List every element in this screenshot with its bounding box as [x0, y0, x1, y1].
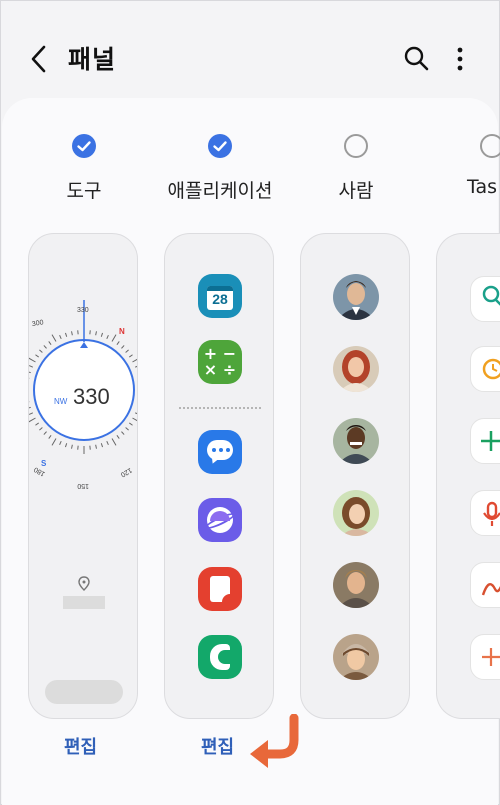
edit-button-apps[interactable]: 편집 [201, 733, 234, 759]
contact-avatar[interactable] [333, 274, 379, 320]
compass-tick [129, 422, 133, 426]
calculator-icon[interactable]: + − × ÷ [198, 340, 242, 384]
compass-tick [121, 431, 125, 435]
more-options-icon[interactable] [450, 45, 470, 73]
compass-tick [48, 435, 52, 439]
compass-tick [129, 354, 133, 358]
compass-tick [137, 371, 138, 372]
compass-tick [59, 440, 62, 446]
back-icon[interactable] [28, 44, 50, 74]
tick-label: N [119, 327, 125, 336]
calendar-date: 28 [212, 291, 228, 307]
tab-people[interactable]: 사람 [286, 134, 426, 203]
compass-tick [132, 417, 137, 422]
contact-avatar[interactable] [333, 490, 379, 536]
compass-direction: NW [54, 397, 68, 406]
location-placeholder [63, 596, 105, 609]
compass-tick [125, 349, 129, 353]
compass-tick [95, 444, 97, 449]
tab-tools[interactable]: 도구 [14, 134, 154, 203]
panel-people-preview[interactable] [300, 233, 410, 719]
tab-label: 사람 [338, 180, 374, 202]
tick-label: 150 [77, 482, 89, 489]
tab-label: 도구 [66, 180, 102, 202]
tab-label: 애플리케이션 [167, 180, 273, 202]
compass-tick [106, 440, 109, 446]
internet-icon[interactable] [198, 498, 242, 542]
task-search-icon[interactable] [470, 276, 500, 322]
task-alarm-icon[interactable] [470, 346, 500, 392]
check-icon[interactable] [72, 134, 96, 158]
compass-button-placeholder [45, 680, 123, 704]
contact-avatar[interactable] [333, 346, 379, 392]
notes-icon[interactable] [198, 567, 242, 611]
panel-apps-preview[interactable]: 28 + − × ÷ [164, 233, 274, 719]
tick-label: S [41, 459, 47, 468]
compass-tick [100, 332, 104, 337]
compass-tick [59, 334, 62, 340]
compass-tick [35, 354, 39, 358]
compass-tick [29, 412, 34, 415]
calendar-icon[interactable]: 28 [198, 274, 242, 318]
task-pen-icon[interactable] [470, 562, 500, 608]
search-icon[interactable] [403, 45, 429, 71]
compass-tick [29, 406, 31, 409]
edit-button-tools[interactable]: 편집 [64, 733, 97, 759]
phone-icon[interactable] [198, 635, 242, 679]
messages-icon[interactable] [198, 430, 242, 474]
compass-tick [134, 365, 137, 368]
compass-tick [51, 438, 57, 446]
pointer-arrow-icon [250, 714, 299, 768]
compass-tick [43, 431, 47, 435]
compass-tick [39, 349, 43, 353]
compass-tick [121, 345, 125, 349]
compass-tick [134, 412, 137, 415]
compass-tick [29, 371, 31, 374]
unchecked-circle-icon[interactable] [480, 134, 500, 158]
tab-applications[interactable]: 애플리케이션 [150, 134, 290, 203]
tab-label: Tas [467, 176, 498, 198]
compass-tick [100, 443, 104, 448]
compass-tick [95, 331, 97, 336]
compass-tick [29, 357, 36, 363]
compass-tick [137, 407, 138, 408]
compass-tick [71, 444, 73, 449]
compass-tick [125, 427, 129, 431]
compass-tick [35, 422, 39, 426]
compass-heading: 330 [73, 384, 110, 409]
task-add-contact-icon[interactable] [470, 418, 500, 464]
tick-label: 330 [77, 307, 89, 314]
compass-tick [29, 365, 34, 368]
compass-tick [51, 334, 57, 342]
compass-tick [116, 341, 120, 345]
compass-tick [116, 435, 120, 439]
compass-tick [64, 332, 68, 337]
unchecked-circle-icon[interactable] [344, 134, 368, 158]
compass-tick [132, 358, 137, 363]
compass-tick [71, 331, 73, 336]
compass-tick [48, 341, 52, 345]
compass-tick [111, 438, 117, 446]
contact-avatar[interactable] [333, 418, 379, 464]
compass-tick [39, 427, 43, 431]
page-title: 패널 [68, 45, 117, 74]
tick-label: 300 [31, 319, 44, 328]
apps-divider [179, 407, 261, 409]
task-voice-recorder-icon[interactable] [470, 490, 500, 536]
tab-tasks[interactable]: Tas [422, 134, 500, 198]
compass-tick [43, 345, 47, 349]
panel-tasks-preview[interactable] [436, 233, 500, 719]
compass-tick [29, 417, 36, 423]
panel-tools-preview[interactable]: NW 330 300 330 N S 150 120 180 [28, 233, 138, 719]
compass-tick [111, 334, 117, 342]
task-add-icon[interactable] [470, 634, 500, 680]
compass-tick [106, 334, 109, 340]
contact-avatar[interactable] [333, 634, 379, 680]
tick-label: 120 [119, 466, 133, 478]
compass-tick [64, 443, 68, 448]
compass-widget: NW 330 300 330 N S 150 120 180 [29, 300, 138, 704]
check-icon[interactable] [208, 134, 232, 158]
contact-avatar[interactable] [333, 562, 379, 608]
